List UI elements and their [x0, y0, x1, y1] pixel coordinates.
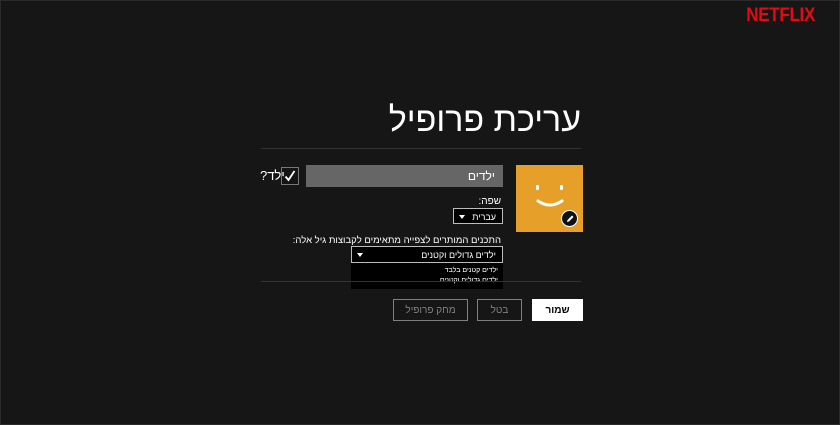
maturity-selected-value: ילדים גדולים וקטנים: [421, 250, 496, 260]
netflix-logo[interactable]: NETFLIX: [746, 4, 815, 27]
bottom-divider: [261, 281, 581, 282]
delete-profile-button[interactable]: מחק פרופיל: [393, 299, 468, 321]
save-button[interactable]: שמור: [532, 299, 583, 321]
maturity-select[interactable]: ילדים גדולים וקטנים: [351, 246, 503, 263]
top-divider: [261, 148, 581, 149]
chevron-down-icon: [459, 215, 465, 219]
cancel-button[interactable]: בטל: [477, 299, 522, 321]
app-window: NETFLIX עריכת פרופיל ילד? שפה: עברית התכ…: [0, 0, 840, 425]
maturity-label: התכנים המותרים לצפייה מתאימים לקבוצות גי…: [292, 235, 501, 246]
pencil-icon: [566, 215, 573, 222]
profile-name-input[interactable]: [306, 165, 503, 187]
language-label: שפה:: [478, 196, 501, 207]
kid-label: ילד?: [260, 168, 285, 183]
language-selected-value: עברית: [472, 212, 496, 222]
edit-avatar-button[interactable]: [561, 210, 578, 227]
page-title: עריכת פרופיל: [388, 101, 581, 139]
maturity-dropdown-menu: ילדים קטנים בלבד ילדים גדולים וקטנים: [351, 263, 503, 289]
language-select[interactable]: עברית: [453, 208, 503, 224]
chevron-down-icon: [357, 253, 363, 257]
profile-avatar[interactable]: [516, 165, 583, 232]
maturity-option[interactable]: ילדים קטנים בלבד: [351, 266, 503, 276]
